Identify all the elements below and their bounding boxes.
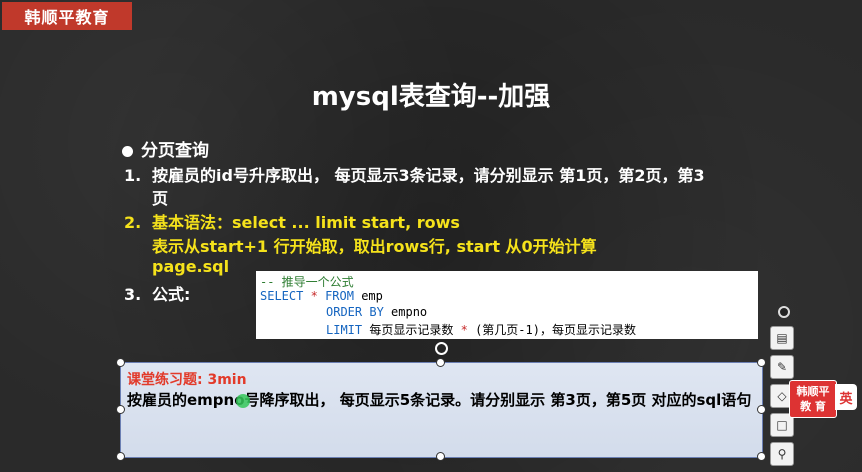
item-2: 2. 基本语法：select ... limit start, rows — [124, 209, 460, 233]
code-line-select: SELECT * FROM emp — [260, 289, 383, 303]
language-toggle[interactable]: 英 — [835, 384, 857, 410]
pin-icon[interactable]: ⚲ — [770, 442, 794, 466]
limit-expr-b: (第几页-1) — [475, 323, 540, 337]
resize-handle-bm[interactable] — [436, 452, 445, 461]
cursor-pointer-icon — [236, 394, 250, 408]
item-2-text: 基本语法：select ... limit start, rows — [152, 213, 460, 232]
item-1-number: 1. — [124, 166, 142, 185]
section-heading-text: 分页查询 — [141, 141, 209, 161]
table-name: emp — [361, 289, 383, 303]
exercise-title: 课堂练习题: 3min — [127, 372, 247, 388]
item-1: 1. 按雇员的id号升序取出， 每页显示3条记录，请分别显示 第1页，第2页，第3 — [124, 162, 705, 186]
rotate-handle[interactable] — [435, 342, 448, 355]
bullet-icon — [122, 145, 133, 157]
code-line-order: ORDER BY empno — [326, 305, 427, 319]
limit-expr-a: 每页显示记录数 — [369, 323, 454, 337]
logo-line-2: 教 育 — [800, 400, 826, 413]
floating-logo-badge[interactable]: 韩顺平 教 育 — [789, 380, 837, 418]
item-2-line2: 表示从start+1 行开始取，取出rows行, start 从0开始计算 — [152, 237, 597, 256]
exercise-textbox[interactable]: 课堂练习题: 3min 按雇员的empno号降序取出， 每页显示5条记录。请分别… — [120, 362, 763, 458]
resize-handle-bl[interactable] — [116, 452, 125, 461]
limit-star: * — [460, 323, 468, 337]
select-star: * — [310, 289, 318, 303]
brand-logo: 韩顺平教育 — [2, 2, 132, 30]
layers-icon[interactable]: ▤ — [770, 326, 794, 350]
logo-line-1: 韩顺平 — [796, 385, 830, 398]
item-3: 3. 公式: — [124, 281, 190, 305]
keyword-order-by: ORDER BY — [326, 305, 384, 319]
keyword-limit: LIMIT — [326, 323, 363, 337]
resize-handle-ml[interactable] — [116, 405, 125, 414]
limit-expr-c: ，每页显示记录数 — [539, 323, 636, 337]
keyword-select: SELECT — [260, 289, 304, 303]
resize-handle-tr[interactable] — [757, 358, 766, 367]
pen-icon[interactable]: ✎ — [770, 355, 794, 379]
code-line-limit: LIMIT 每页显示记录数 * (第几页-1)，每页显示记录数 — [326, 321, 636, 338]
resize-handle-tl[interactable] — [116, 358, 125, 367]
record-dot-icon[interactable] — [778, 306, 790, 318]
code-comment: -- 推导一个公式 — [260, 275, 354, 289]
item-3-number: 3. — [124, 285, 142, 304]
item-3-text: 公式: — [152, 285, 191, 304]
resize-handle-br[interactable] — [757, 452, 766, 461]
slide-title: mysql表查询--加强 — [311, 82, 551, 112]
sql-code-block: -- 推导一个公式 SELECT * FROM emp ORDER BY emp… — [256, 271, 758, 339]
item-1-continued: 页 — [152, 189, 169, 208]
keyword-from: FROM — [325, 289, 354, 303]
exercise-body: 按雇员的empno号降序取出， 每页显示5条记录。请分别显示 第3页，第5页 对… — [127, 391, 752, 409]
item-2-line3: page.sql — [152, 257, 230, 276]
resize-handle-mr[interactable] — [757, 405, 766, 414]
order-column: empno — [391, 305, 428, 319]
resize-handle-tm[interactable] — [436, 358, 445, 367]
item-2-number: 2. — [124, 213, 142, 232]
item-1-text: 按雇员的id号升序取出， 每页显示3条记录，请分别显示 第1页，第2页，第3 — [152, 166, 705, 185]
section-heading: 分页查询 — [122, 136, 209, 161]
